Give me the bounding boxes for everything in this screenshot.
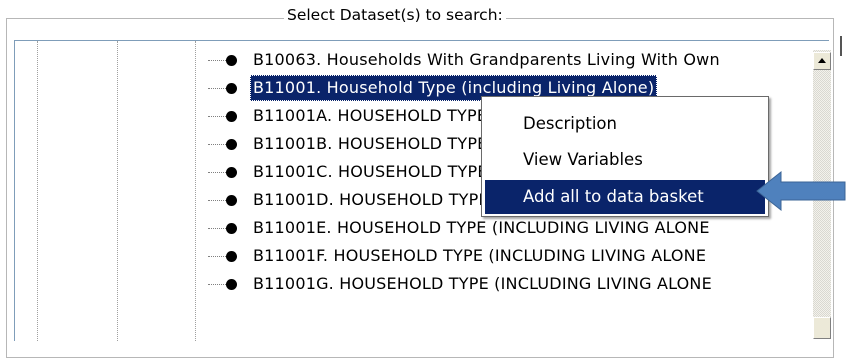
bullet-icon [226, 251, 237, 262]
tree-connector [208, 88, 226, 89]
context-menu: Description View Variables Add all to da… [481, 96, 769, 217]
tree-connector [208, 200, 226, 201]
tree-connector [208, 116, 226, 117]
tree-connector [208, 256, 226, 257]
bullet-icon [226, 223, 237, 234]
bullet-icon [226, 111, 237, 122]
scroll-up-button[interactable] [813, 52, 831, 70]
menu-item-add-to-basket[interactable]: Add all to data basket [485, 180, 765, 214]
tree-connector [208, 144, 226, 145]
bullet-icon [226, 279, 237, 290]
tree-row[interactable]: B11001G. HOUSEHOLD TYPE (INCLUDING LIVIN… [15, 271, 805, 299]
menu-item-description[interactable]: Description [485, 107, 765, 141]
menu-item-view-variables[interactable]: View Variables [485, 143, 765, 177]
tree-connector [208, 60, 226, 61]
tree-connector [208, 172, 226, 173]
window-edge [840, 36, 842, 56]
tree-row-label[interactable]: B11001E. HOUSEHOLD TYPE (INCLUDING LIVIN… [250, 215, 713, 241]
tree-row-label[interactable]: B11001F. HOUSEHOLD TYPE (INCLUDING LIVIN… [250, 243, 709, 269]
tree-connector [208, 228, 226, 229]
tree-row[interactable]: B10063. Households With Grandparents Liv… [15, 47, 805, 75]
bullet-icon [226, 55, 237, 66]
tree-row[interactable]: B11001F. HOUSEHOLD TYPE (INCLUDING LIVIN… [15, 243, 805, 271]
groupbox-title: Select Dataset(s) to search: [284, 6, 506, 24]
scroll-thumb[interactable] [813, 317, 831, 339]
arrow-up-icon [818, 58, 826, 63]
tree-row-label[interactable]: B10063. Households With Grandparents Liv… [250, 47, 723, 73]
tree-row-label[interactable]: B11001G. HOUSEHOLD TYPE (INCLUDING LIVIN… [250, 271, 715, 297]
bullet-icon [226, 195, 237, 206]
tree-connector [208, 284, 226, 285]
bullet-icon [226, 167, 237, 178]
tree-row[interactable]: B11001E. HOUSEHOLD TYPE (INCLUDING LIVIN… [15, 215, 805, 243]
bullet-icon [226, 139, 237, 150]
bullet-icon [226, 83, 237, 94]
annotation-arrow-icon [756, 170, 846, 212]
